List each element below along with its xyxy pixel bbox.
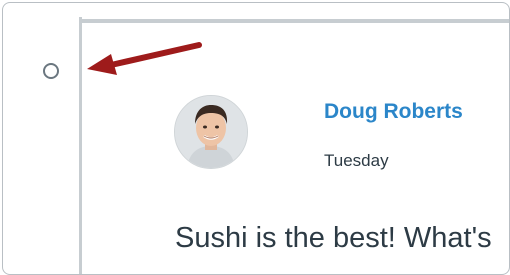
- author-avatar[interactable]: [174, 95, 248, 169]
- discussion-reply-panel: Doug Roberts Tuesday Sushi is the best! …: [2, 2, 510, 275]
- red-arrow-icon: [87, 42, 202, 75]
- post-date: Tuesday: [324, 151, 389, 170]
- unread-circle-icon[interactable]: [43, 63, 59, 79]
- reply-message-text: Sushi is the best! What's: [175, 222, 492, 254]
- avatar-portrait: [175, 96, 247, 168]
- author-name-link[interactable]: Doug Roberts: [324, 100, 463, 124]
- reply-divider: [82, 19, 509, 23]
